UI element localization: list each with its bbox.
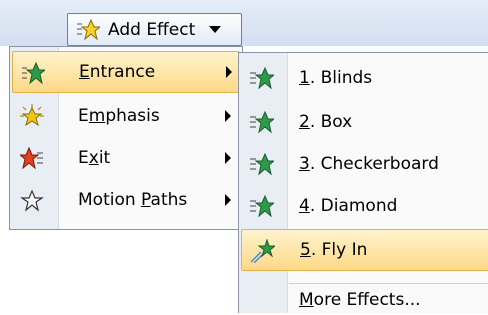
submenu-item-checkerboard[interactable]: 3. Checkerboard xyxy=(241,143,488,185)
checkerboard-star-icon xyxy=(250,152,274,176)
menu-item-label: Motion Paths xyxy=(78,190,188,210)
add-effect-star-icon xyxy=(77,18,100,40)
menu-item-label: Emphasis xyxy=(78,106,160,126)
submenu-arrow-icon xyxy=(225,194,231,206)
menu-item-motion-paths[interactable]: Motion Paths xyxy=(12,179,240,221)
submenu-item-label: 4. Diamond xyxy=(299,196,398,216)
emphasis-star-icon xyxy=(20,104,44,127)
menu-item-label: Entrance xyxy=(79,62,156,82)
submenu-item-label: 3. Checkerboard xyxy=(299,154,439,174)
chevron-down-icon[interactable] xyxy=(209,26,222,33)
motion-paths-star-icon xyxy=(20,189,44,212)
submenu-arrow-icon xyxy=(226,66,232,78)
fly-in-star-icon xyxy=(251,239,275,263)
menu-item-emphasis[interactable]: Emphasis xyxy=(12,95,240,137)
submenu-item-more-effects[interactable]: More Effects... xyxy=(241,285,488,315)
submenu-arrow-icon xyxy=(225,110,231,122)
submenu-item-label: 1. Blinds xyxy=(299,68,373,88)
box-star-icon xyxy=(250,110,274,134)
submenu-item-diamond[interactable]: 4. Diamond xyxy=(241,185,488,227)
add-effect-button[interactable]: Add Effect xyxy=(67,13,242,46)
submenu-item-box[interactable]: 2. Box xyxy=(241,101,488,143)
blinds-star-icon xyxy=(250,66,274,90)
submenu-arrow-icon xyxy=(225,152,231,164)
menu-item-exit[interactable]: Exit xyxy=(12,137,240,179)
add-effect-label: Add Effect xyxy=(108,19,196,40)
menu-item-entrance[interactable]: Entrance xyxy=(12,51,240,93)
submenu-item-label: 2. Box xyxy=(299,112,353,132)
submenu-item-label: More Effects... xyxy=(299,290,421,310)
entrance-submenu: 1. Blinds 2. Box 3. Checkerboard 4. Diam… xyxy=(238,52,488,313)
submenu-item-fly-in[interactable]: 5. Fly In xyxy=(241,229,488,271)
add-effect-menu: Entrance Emphasis Exit Motion Paths xyxy=(9,46,243,230)
submenu-item-blinds[interactable]: 1. Blinds xyxy=(241,57,488,99)
menu-item-label: Exit xyxy=(78,148,111,168)
submenu-separator xyxy=(289,283,488,284)
diamond-star-icon xyxy=(250,194,274,218)
entrance-star-icon xyxy=(22,61,45,85)
submenu-item-label: 5. Fly In xyxy=(300,240,368,260)
exit-star-icon xyxy=(20,146,43,170)
